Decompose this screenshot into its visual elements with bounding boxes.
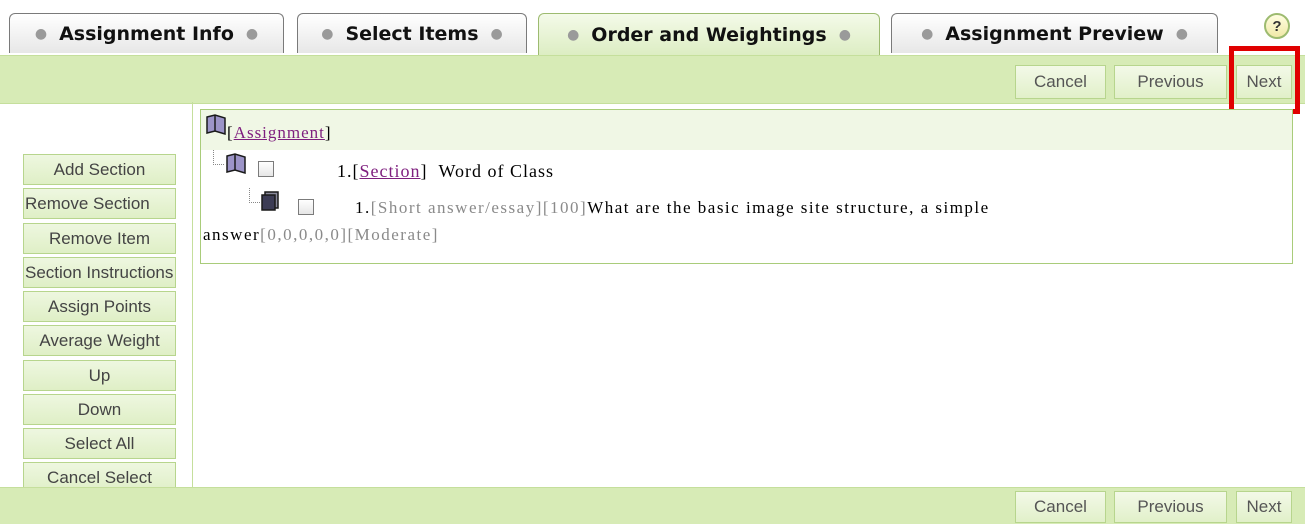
section-checkbox[interactable] — [258, 161, 274, 177]
help-icon[interactable]: ? — [1264, 13, 1290, 39]
tree-connector — [213, 150, 224, 165]
tab-label: Assignment Preview — [945, 22, 1164, 45]
cancel-button-top[interactable]: Cancel — [1015, 65, 1106, 99]
bottom-toolbar — [0, 487, 1305, 524]
sidebar: Add Section Remove Section Remove Item S… — [0, 102, 192, 493]
down-button[interactable]: Down — [23, 394, 176, 425]
cancel-button-bottom[interactable]: Cancel — [1015, 491, 1106, 523]
tab-order-and-weightings[interactable]: ● Order and Weightings ● — [538, 13, 880, 56]
item-text: What are the basic image site structure,… — [587, 198, 990, 217]
section-book-icon — [226, 153, 246, 175]
tab-bullet-icon: ● — [1175, 25, 1188, 42]
tab-bullet-icon: ● — [921, 25, 934, 42]
tab-label: Select Items — [345, 22, 479, 45]
tab-bullet-icon: ● — [321, 25, 334, 42]
next-button-bottom[interactable]: Next — [1236, 491, 1292, 523]
tab-bullet-icon: ● — [567, 27, 580, 43]
previous-button-top[interactable]: Previous — [1114, 65, 1227, 99]
up-button[interactable]: Up — [23, 360, 176, 391]
tab-bullet-icon: ● — [34, 25, 48, 42]
tab-select-items[interactable]: ● Select Items ● — [297, 13, 527, 53]
add-section-button[interactable]: Add Section — [23, 154, 176, 185]
section-title: Word of Class — [438, 161, 555, 181]
tab-bar: ● Assignment Info ● ● Select Items ● ● Order … — [0, 0, 1305, 56]
tree-connector — [249, 188, 260, 203]
section-row: 1.[Section] Word of Class — [337, 161, 555, 181]
tab-label: Order and Weightings — [591, 24, 827, 46]
divider — [192, 102, 193, 487]
item-line-2: answer[0,0,0,0,0][Moderate] — [203, 225, 439, 245]
select-all-button[interactable]: Select All — [23, 428, 176, 459]
tab-label: Assignment Info — [59, 22, 234, 45]
remove-section-button[interactable]: Remove Section — [23, 188, 176, 219]
tab-bullet-icon: ● — [838, 27, 851, 43]
previous-button-bottom[interactable]: Previous — [1114, 491, 1227, 523]
assign-points-button[interactable]: Assign Points — [23, 291, 176, 322]
tab-assignment-info[interactable]: ● Assignment Info ● — [9, 13, 284, 53]
section-instructions-button[interactable]: Section Instructions — [23, 257, 176, 288]
bracket: [ — [227, 123, 234, 142]
bracket: ] — [324, 123, 332, 142]
item-number: 1. — [355, 198, 371, 217]
top-toolbar — [0, 55, 1305, 104]
root-label: [Assignment] — [227, 123, 332, 143]
tree-root-row — [201, 110, 1292, 150]
book-icon — [206, 114, 226, 136]
item-document-icon — [261, 191, 279, 211]
section-number: 1. — [337, 161, 353, 181]
item-type: [Short answer/essay][100] — [370, 198, 588, 217]
item-meta: [0,0,0,0,0][Moderate] — [260, 225, 439, 244]
item-checkbox[interactable] — [298, 199, 314, 215]
section-link[interactable]: Section — [360, 161, 421, 181]
item-text-cont: answer — [203, 225, 261, 244]
assignment-tree: [Assignment] 1.[Section] Word of Class 1… — [200, 109, 1293, 264]
average-weight-button[interactable]: Average Weight — [23, 325, 176, 356]
tab-bullet-icon: ● — [245, 25, 259, 42]
highlight-box — [1229, 46, 1300, 114]
tab-assignment-preview[interactable]: ● Assignment Preview ● — [891, 13, 1218, 53]
assignment-link[interactable]: Assignment — [234, 123, 325, 142]
remove-item-button[interactable]: Remove Item — [23, 223, 176, 254]
item-line-1: 1.[Short answer/essay][100]What are the … — [355, 198, 990, 218]
tab-bullet-icon: ● — [490, 25, 503, 42]
